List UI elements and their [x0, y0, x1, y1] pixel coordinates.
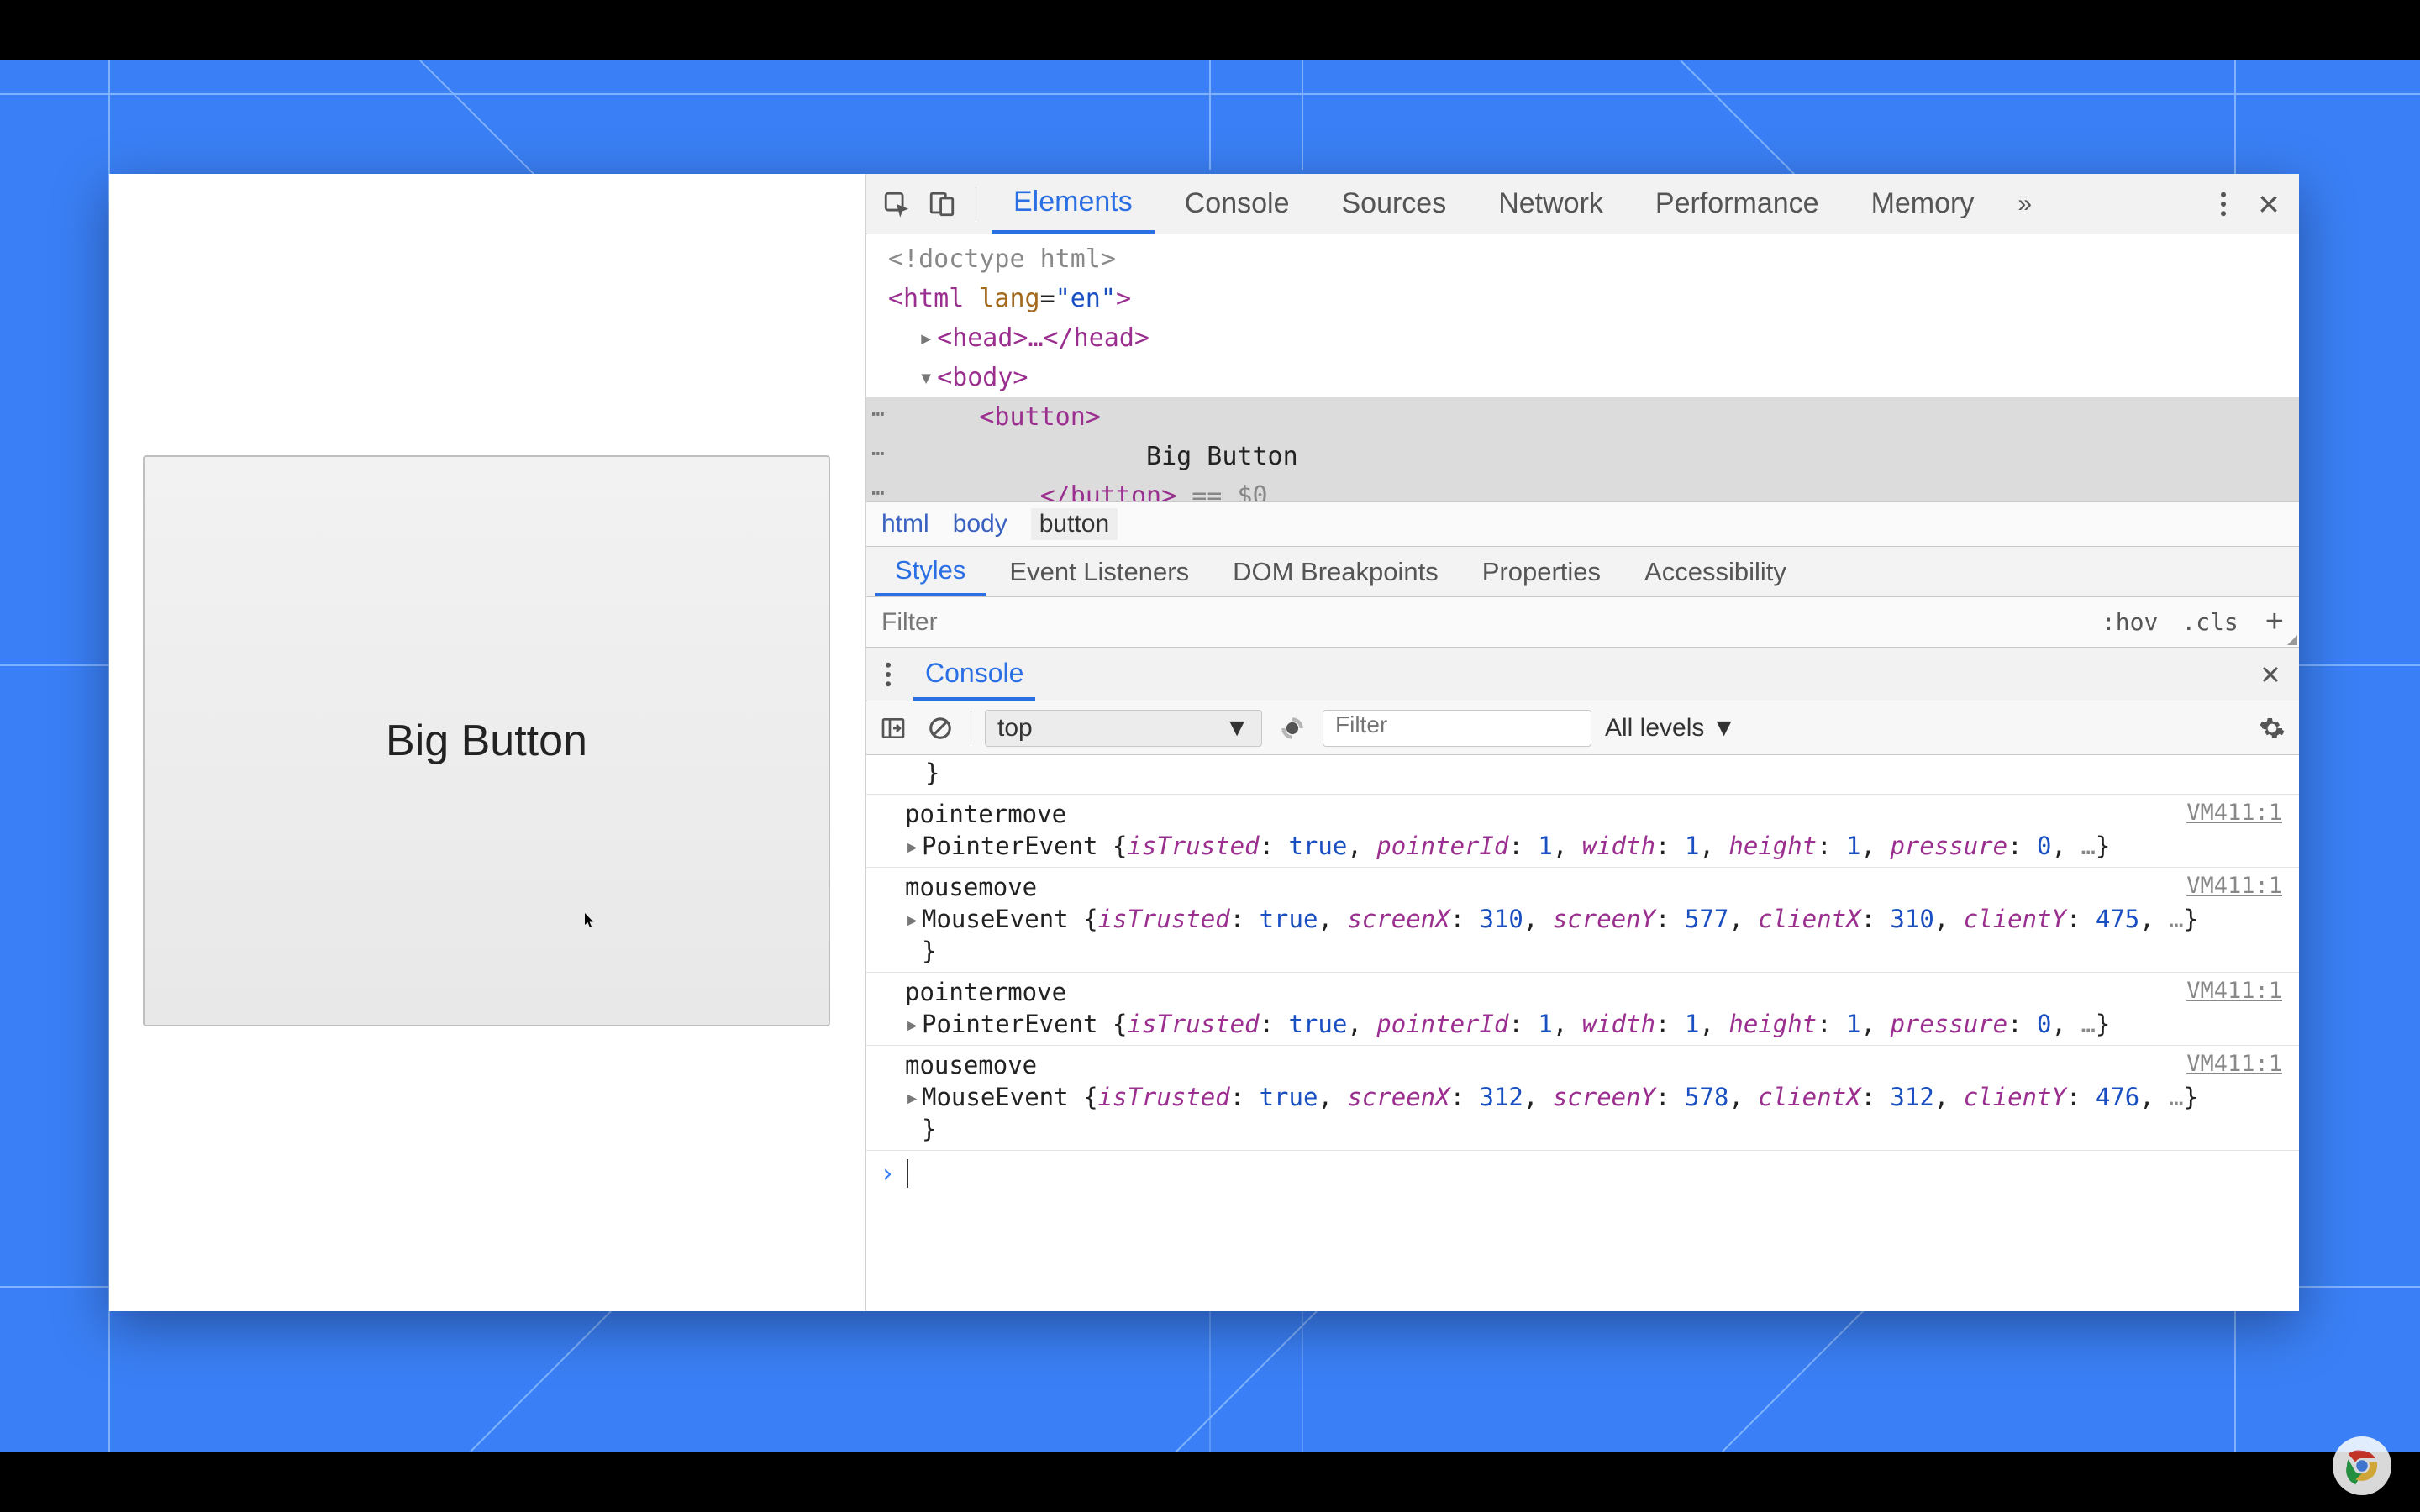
prompt-chevron-icon: › — [880, 1159, 895, 1189]
log-closing-brace: } — [866, 755, 2299, 795]
log-object[interactable]: ▸PointerEvent {isTrusted: true, pointerI… — [905, 1010, 2284, 1038]
console-log-entry[interactable]: mousemove VM411:1 ▸MouseEvent {isTrusted: … — [866, 868, 2299, 973]
drawer-close-icon[interactable] — [2250, 664, 2291, 685]
tab-performance[interactable]: Performance — [1634, 174, 1841, 234]
log-levels-select[interactable]: All levels ▼ — [1605, 714, 1736, 743]
subtab-dom-breakpoints[interactable]: DOM Breakpoints — [1213, 547, 1459, 596]
dom-html-open: <html — [888, 284, 979, 313]
more-tabs-icon[interactable]: » — [2004, 190, 2045, 218]
prompt-caret — [907, 1159, 908, 1188]
console-log-entry[interactable]: mousemove VM411:1 ▸MouseEvent {isTrusted: … — [866, 1046, 2299, 1151]
styles-filter-row: :hov .cls + — [866, 597, 2299, 648]
log-object[interactable]: ▸PointerEvent {isTrusted: true, pointerI… — [905, 832, 2284, 860]
tab-console[interactable]: Console — [1163, 174, 1312, 234]
tab-network[interactable]: Network — [1476, 174, 1625, 234]
console-sidebar-toggle-icon[interactable] — [876, 711, 910, 745]
hov-toggle[interactable]: :hov — [2090, 608, 2170, 636]
execution-context-select[interactable]: top▼ — [985, 710, 1262, 747]
dom-head[interactable]: <head>…</head> — [937, 323, 1150, 353]
crumb-html[interactable]: html — [881, 510, 929, 538]
log-source-link[interactable]: VM411:1 — [2186, 978, 2282, 1004]
crumb-body[interactable]: body — [953, 510, 1007, 538]
log-object[interactable]: ▸MouseEvent {isTrusted: true, screenX: 3… — [905, 1083, 2284, 1111]
drawer-tab-console[interactable]: Console — [913, 648, 1035, 701]
resize-corner-icon[interactable] — [2287, 635, 2297, 645]
slide-background: Big Button — [0, 60, 2420, 1452]
console-output[interactable]: } pointermove VM411:1 ▸PointerEvent {isTru… — [866, 755, 2299, 1311]
styles-tabbar: Styles Event Listeners DOM Breakpoints P… — [866, 547, 2299, 597]
drawer-menu-icon[interactable] — [875, 662, 902, 687]
inspect-icon[interactable] — [878, 186, 915, 223]
log-event-name: pointermove — [905, 800, 1066, 828]
chrome-logo-icon — [2333, 1436, 2391, 1495]
log-source-link[interactable]: VM411:1 — [2186, 873, 2282, 899]
console-drawer-header: Console — [866, 648, 2299, 701]
big-button[interactable]: Big Button — [143, 455, 830, 1026]
log-event-name: mousemove — [905, 873, 1037, 901]
dom-dollar-ref: == $0 — [1176, 481, 1267, 501]
log-event-name: mousemove — [905, 1051, 1037, 1079]
tab-elements[interactable]: Elements — [992, 174, 1155, 234]
log-closing-brace: } — [905, 1115, 2284, 1143]
app-window: Big Button — [109, 174, 2299, 1311]
subtab-styles[interactable]: Styles — [875, 547, 986, 596]
console-log-entry[interactable]: pointermove VM411:1 ▸PointerEvent {isTrust… — [866, 973, 2299, 1046]
dom-selected-node[interactable]: <button> — [866, 397, 2299, 437]
styles-filter-input[interactable] — [866, 608, 2090, 637]
subtab-accessibility[interactable]: Accessibility — [1624, 547, 1807, 596]
log-closing-brace: } — [905, 937, 2284, 965]
kebab-menu-icon[interactable] — [2205, 186, 2242, 223]
devtools-panel: Elements Console Sources Network Perform… — [865, 174, 2299, 1311]
console-log-entry[interactable]: pointermove VM411:1 ▸PointerEvent {isTrust… — [866, 795, 2299, 868]
dom-body[interactable]: <body> — [937, 363, 1028, 392]
devtools-tabbar: Elements Console Sources Network Perform… — [866, 174, 2299, 234]
subtab-event-listeners[interactable]: Event Listeners — [989, 547, 1209, 596]
close-icon[interactable] — [2250, 186, 2287, 223]
live-expression-icon[interactable] — [1276, 711, 1309, 745]
console-toolbar: top▼ All levels ▼ — [866, 701, 2299, 755]
tab-sources[interactable]: Sources — [1319, 174, 1468, 234]
console-filter-input[interactable] — [1323, 710, 1591, 747]
console-settings-icon[interactable] — [2255, 711, 2289, 745]
crumb-button[interactable]: button — [1031, 508, 1118, 540]
log-source-link[interactable]: VM411:1 — [2186, 800, 2282, 826]
page-preview: Big Button — [109, 174, 865, 1311]
log-source-link[interactable]: VM411:1 — [2186, 1051, 2282, 1077]
log-object[interactable]: ▸MouseEvent {isTrusted: true, screenX: 3… — [905, 905, 2284, 933]
dom-tree[interactable]: <!doctype html> <html lang="en"> ▸<head>… — [866, 234, 2299, 501]
dom-doctype: <!doctype html> — [888, 244, 1116, 274]
cls-toggle[interactable]: .cls — [2170, 608, 2249, 636]
dom-button-text: Big Button — [1146, 442, 1298, 471]
dom-breadcrumb[interactable]: html body button — [866, 501, 2299, 547]
console-prompt[interactable]: › — [866, 1151, 2299, 1196]
log-event-name: pointermove — [905, 978, 1066, 1006]
clear-console-icon[interactable] — [923, 711, 957, 745]
subtab-properties[interactable]: Properties — [1462, 547, 1621, 596]
tab-memory[interactable]: Memory — [1849, 174, 1996, 234]
device-toggle-icon[interactable] — [923, 186, 960, 223]
